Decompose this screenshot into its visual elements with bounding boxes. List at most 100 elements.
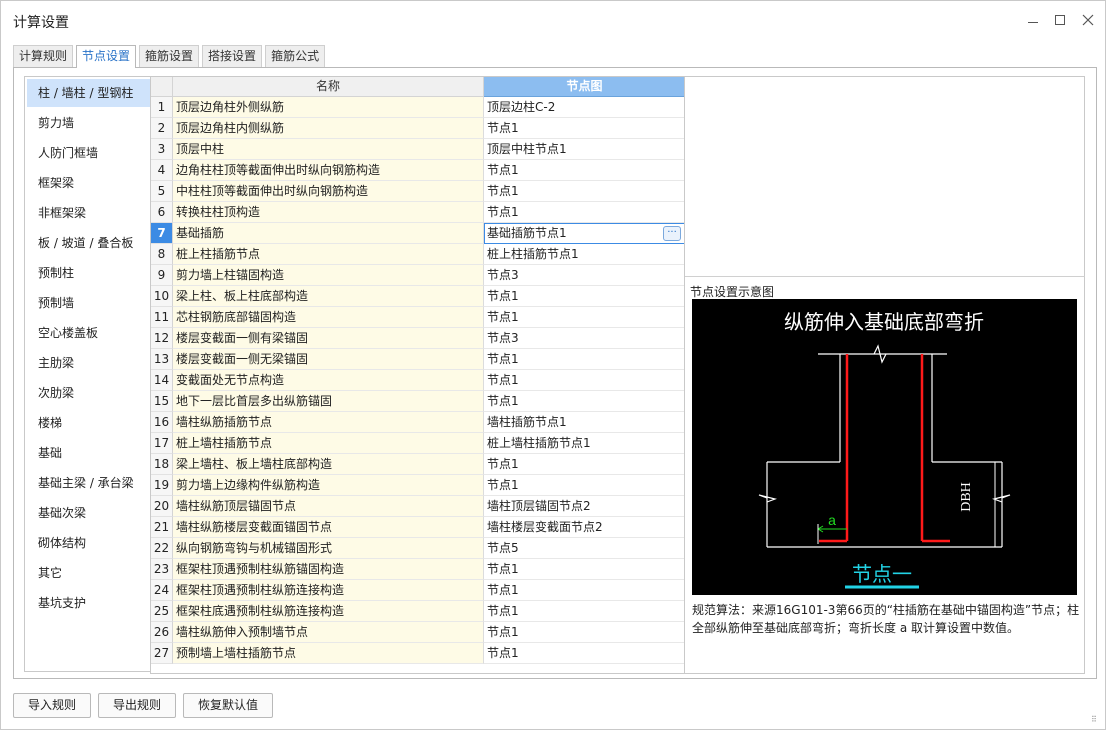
row-number[interactable]: 2	[151, 118, 173, 139]
sidebar-item-stair[interactable]: 楼梯	[27, 409, 151, 437]
sidebar-item-hollow-slab[interactable]: 空心楼盖板	[27, 319, 151, 347]
maximize-button[interactable]	[1049, 9, 1071, 31]
row-number[interactable]: 21	[151, 517, 173, 538]
table-row[interactable]: 19 剪力墙上边缘构件纵筋构造 节点1	[151, 475, 684, 496]
table-row[interactable]: 12 楼层变截面一侧有梁锚固 节点3	[151, 328, 684, 349]
table-row[interactable]: 24 框架柱顶遇预制柱纵筋连接构造 节点1	[151, 580, 684, 601]
restore-defaults-button[interactable]: 恢复默认值	[183, 693, 274, 718]
row-number[interactable]: 17	[151, 433, 173, 454]
table-row[interactable]: 5 中柱柱顶等截面伸出时纵向钢筋构造 节点1	[151, 181, 684, 202]
row-node-cell[interactable]: 节点1	[484, 559, 684, 580]
sidebar-item-other[interactable]: 其它	[27, 559, 151, 587]
row-node-cell[interactable]: 节点1	[484, 370, 684, 391]
sidebar-item-foundation[interactable]: 基础	[27, 439, 151, 467]
row-number[interactable]: 16	[151, 412, 173, 433]
row-number[interactable]: 20	[151, 496, 173, 517]
row-node-cell[interactable]: 墙柱楼层变截面节点2	[484, 517, 684, 538]
import-rules-button[interactable]: 导入规则	[13, 693, 92, 718]
sidebar-item-civil-defense-door-wall[interactable]: 人防门框墙	[27, 139, 151, 167]
table-row[interactable]: 3 顶层中柱 顶层中柱节点1	[151, 139, 684, 160]
tab-stirrup-settings[interactable]: 箍筋设置	[139, 45, 200, 67]
row-node-cell[interactable]: 节点1	[484, 118, 684, 139]
row-number[interactable]: 7	[151, 223, 173, 244]
row-node-cell[interactable]: 桩上墙柱插筋节点1	[484, 433, 684, 454]
row-node-cell[interactable]: 节点3	[484, 265, 684, 286]
table-row[interactable]: 20 墙柱纵筋顶层锚固节点 墙柱顶层锚固节点2	[151, 496, 684, 517]
row-number[interactable]: 22	[151, 538, 173, 559]
sidebar-item-non-frame-beam[interactable]: 非框架梁	[27, 199, 151, 227]
tab-stirrup-formula[interactable]: 箍筋公式	[265, 45, 326, 67]
row-number[interactable]: 6	[151, 202, 173, 223]
table-row[interactable]: 18 梁上墙柱、板上墙柱底部构造 节点1	[151, 454, 684, 475]
sidebar-item-masonry[interactable]: 砌体结构	[27, 529, 151, 557]
row-node-cell[interactable]: 节点1	[484, 454, 684, 475]
name-column-header[interactable]: 名称	[173, 77, 484, 97]
row-node-cell[interactable]: 节点1	[484, 286, 684, 307]
table-row[interactable]: 16 墙柱纵筋插筋节点 墙柱插筋节点1	[151, 412, 684, 433]
row-number[interactable]: 24	[151, 580, 173, 601]
row-node-cell[interactable]: 墙柱顶层锚固节点2	[484, 496, 684, 517]
row-node-cell[interactable]: 节点3	[484, 328, 684, 349]
sidebar-item-slab-ramp[interactable]: 板 / 坡道 / 叠合板	[27, 229, 151, 257]
sidebar-item-precast-wall[interactable]: 预制墙	[27, 289, 151, 317]
row-number[interactable]: 12	[151, 328, 173, 349]
sidebar-item-frame-beam[interactable]: 框架梁	[27, 169, 151, 197]
tab-lap-settings[interactable]: 搭接设置	[202, 45, 263, 67]
row-node-cell[interactable]: 节点1	[484, 160, 684, 181]
table-row[interactable]: 2 顶层边角柱内侧纵筋 节点1	[151, 118, 684, 139]
tab-calc-rules[interactable]: 计算规则	[13, 45, 74, 67]
row-number[interactable]: 25	[151, 601, 173, 622]
row-node-cell[interactable]: 节点1	[484, 580, 684, 601]
row-node-cell[interactable]: 节点1	[484, 202, 684, 223]
table-row[interactable]: 21 墙柱纵筋楼层变截面锚固节点 墙柱楼层变截面节点2	[151, 517, 684, 538]
table-row[interactable]: 9 剪力墙上柱锚固构造 节点3	[151, 265, 684, 286]
row-node-cell[interactable]: 节点1	[484, 307, 684, 328]
row-node-cell[interactable]: 节点1	[484, 643, 684, 664]
row-number[interactable]: 1	[151, 97, 173, 118]
sidebar-item-shear-wall[interactable]: 剪力墙	[27, 109, 151, 137]
table-row[interactable]: 8 桩上柱插筋节点 桩上柱插筋节点1	[151, 244, 684, 265]
sidebar-item-foundation-main-beam[interactable]: 基础主梁 / 承台梁	[27, 469, 151, 497]
table-row[interactable]: 14 变截面处无节点构造 节点1	[151, 370, 684, 391]
tab-node-settings[interactable]: 节点设置	[76, 45, 137, 68]
row-number[interactable]: 15	[151, 391, 173, 412]
row-number[interactable]: 9	[151, 265, 173, 286]
row-number[interactable]: 26	[151, 622, 173, 643]
row-number[interactable]: 10	[151, 286, 173, 307]
row-number[interactable]: 8	[151, 244, 173, 265]
row-number[interactable]: 4	[151, 160, 173, 181]
table-row[interactable]: 26 墙柱纵筋伸入预制墙节点 节点1	[151, 622, 684, 643]
row-node-cell[interactable]: 顶层边柱C-2	[484, 97, 684, 118]
table-row[interactable]: 17 桩上墙柱插筋节点 桩上墙柱插筋节点1	[151, 433, 684, 454]
row-number[interactable]: 5	[151, 181, 173, 202]
sidebar-item-precast-column[interactable]: 预制柱	[27, 259, 151, 287]
table-row[interactable]: 23 框架柱顶遇预制柱纵筋锚固构造 节点1	[151, 559, 684, 580]
row-node-cell[interactable]: 基础插筋节点1 ···	[484, 223, 684, 244]
row-node-cell[interactable]: 节点1	[484, 349, 684, 370]
row-node-cell[interactable]: 节点1	[484, 181, 684, 202]
row-node-cell[interactable]: 节点1	[484, 475, 684, 496]
row-node-cell[interactable]: 节点5	[484, 538, 684, 559]
table-row[interactable]: 15 地下一层比首层多出纵筋锚固 节点1	[151, 391, 684, 412]
close-button[interactable]	[1077, 9, 1099, 31]
row-number[interactable]: 11	[151, 307, 173, 328]
table-row[interactable]: 13 楼层变截面一侧无梁锚固 节点1	[151, 349, 684, 370]
row-number[interactable]: 23	[151, 559, 173, 580]
row-number[interactable]: 18	[151, 454, 173, 475]
minimize-button[interactable]	[1022, 9, 1044, 31]
table-row[interactable]: 1 顶层边角柱外侧纵筋 顶层边柱C-2	[151, 97, 684, 118]
row-number[interactable]: 3	[151, 139, 173, 160]
row-number[interactable]: 14	[151, 370, 173, 391]
resize-grip-icon[interactable]: ⠿	[1091, 715, 1101, 725]
node-column-header[interactable]: 节点图	[484, 77, 684, 97]
table-row[interactable]: 11 芯柱钢筋底部锚固构造 节点1	[151, 307, 684, 328]
table-row[interactable]: 7 基础插筋 基础插筋节点1 ···	[151, 223, 684, 244]
row-node-cell[interactable]: 顶层中柱节点1	[484, 139, 684, 160]
row-node-cell[interactable]: 桩上柱插筋节点1	[484, 244, 684, 265]
ellipsis-icon[interactable]: ···	[663, 226, 681, 241]
table-row[interactable]: 25 框架柱底遇预制柱纵筋连接构造 节点1	[151, 601, 684, 622]
sidebar-item-secondary-rib-beam[interactable]: 次肋梁	[27, 379, 151, 407]
row-node-cell[interactable]: 节点1	[484, 391, 684, 412]
table-row[interactable]: 27 预制墙上墙柱插筋节点 节点1	[151, 643, 684, 664]
sidebar-item-main-rib-beam[interactable]: 主肋梁	[27, 349, 151, 377]
